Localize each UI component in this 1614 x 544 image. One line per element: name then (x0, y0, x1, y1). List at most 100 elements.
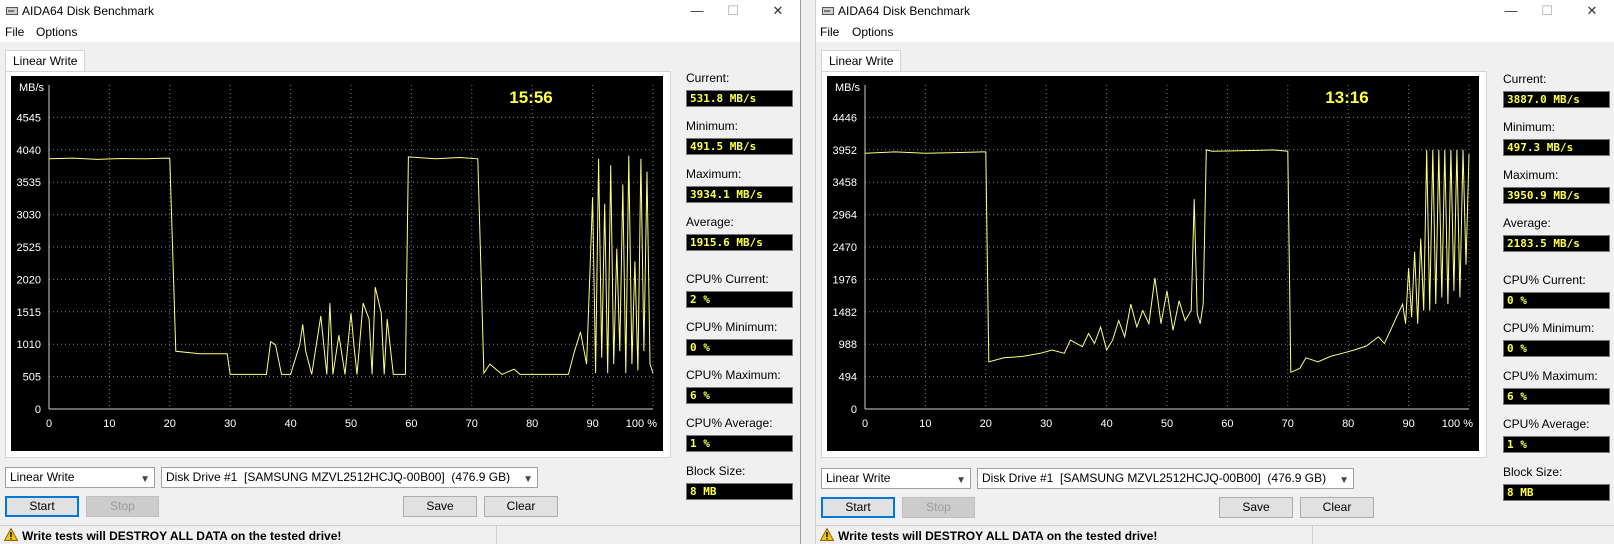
drive-select[interactable]: Disk Drive #1 [SAMSUNG MZVL2512HCJQ-00B0… (977, 468, 1354, 489)
x-tick-label: 10 (919, 418, 931, 430)
cpu-average-value: 1 % (686, 435, 793, 452)
x-tick-label: 50 (345, 418, 357, 430)
save-button[interactable]: Save (1219, 497, 1293, 518)
title-bar[interactable]: AIDA64 Disk Benchmark — ☐ ✕ (816, 0, 1614, 22)
cpu-average-value: 1 % (1503, 436, 1610, 453)
y-tick-label: 3952 (833, 145, 857, 157)
minimum-value: 497.3 MB/s (1503, 139, 1610, 156)
minimum-label: Minimum: (1503, 120, 1556, 134)
cpu-current-label: CPU% Current: (1503, 273, 1586, 287)
x-tick-label: 0 (46, 418, 52, 430)
x-tick-label: 20 (980, 418, 992, 430)
y-tick-label: 1976 (833, 274, 857, 286)
drive-select[interactable]: Disk Drive #1 [SAMSUNG MZVL2512HCJQ-00B0… (161, 467, 538, 488)
chart-svg: 0 494 988 1482 1976 2470 2964 3458 3952 4446 MB/s 0… (833, 82, 1474, 430)
x-tick-label: 90 (586, 418, 598, 430)
title-bar[interactable]: AIDA64 Disk Benchmark — ☐ ✕ (0, 0, 800, 22)
y-tick-label: 1482 (833, 307, 857, 319)
maximize-button[interactable]: ☐ (1532, 1, 1562, 21)
cpu-current-label: CPU% Current: (686, 272, 769, 286)
y-tick-label: 505 (23, 372, 41, 384)
menu-file[interactable]: File (5, 25, 24, 39)
maximum-value: 3950.9 MB/s (1503, 187, 1610, 204)
maximize-button[interactable]: ☐ (718, 1, 748, 21)
chevron-down-icon: ▼ (956, 475, 966, 486)
x-tick-label: 10 (103, 418, 115, 430)
x-tick-label: 70 (1282, 418, 1294, 430)
cpu-maximum-value: 6 % (686, 387, 793, 404)
stop-button[interactable]: Stop (86, 496, 159, 517)
tab-page: 0 505 1010 1515 2020 2525 3030 3535 4040 4545 MB/s… (5, 71, 671, 458)
maximum-value: 3934.1 MB/s (686, 186, 793, 203)
minimize-button[interactable]: — (1496, 1, 1526, 21)
y-tick-label: 988 (839, 339, 857, 351)
chevron-down-icon: ▼ (1339, 475, 1349, 486)
clear-button[interactable]: Clear (484, 496, 558, 517)
status-separator (496, 526, 497, 544)
menu-options[interactable]: Options (36, 25, 77, 39)
x-tick-label: 40 (284, 418, 296, 430)
average-label: Average: (1503, 216, 1551, 230)
window-title: AIDA64 Disk Benchmark (22, 4, 155, 18)
cpu-minimum-label: CPU% Minimum: (1503, 321, 1595, 335)
drive-value: Disk Drive #1 [SAMSUNG MZVL2512HCJQ-00B0… (166, 470, 511, 484)
x-tick-label: 0 (862, 418, 868, 430)
start-button[interactable]: Start (5, 496, 79, 517)
x-tick-label: 100 % (626, 418, 657, 430)
average-label: Average: (686, 215, 734, 229)
x-tick-label: 80 (526, 418, 538, 430)
save-button[interactable]: Save (403, 496, 477, 517)
x-tick-label: 60 (405, 418, 417, 430)
x-tick-label: 30 (224, 418, 236, 430)
y-tick-label: 2020 (17, 274, 41, 286)
menu-file[interactable]: File (820, 25, 839, 39)
current-label: Current: (686, 71, 730, 85)
start-button[interactable]: Start (821, 497, 895, 518)
test-type-select[interactable]: Linear Write ▼ (821, 468, 971, 489)
close-button[interactable]: ✕ (1577, 1, 1607, 21)
warning-text: Write tests will DESTROY ALL DATA on the… (838, 529, 1158, 543)
average-value: 2183.5 MB/s (1503, 235, 1610, 252)
x-tick-label: 60 (1221, 418, 1233, 430)
block-size-value: 8 MB (1503, 484, 1610, 501)
disk-benchmark-icon (6, 7, 18, 15)
test-type-select[interactable]: Linear Write ▼ (5, 467, 155, 488)
x-tick-label: 90 (1402, 418, 1414, 430)
y-tick-label: 4040 (17, 145, 41, 157)
y-tick-label: 1010 (17, 339, 41, 351)
warning-text: Write tests will DESTROY ALL DATA on the… (22, 529, 342, 543)
drive-value: Disk Drive #1 [SAMSUNG MZVL2512HCJQ-00B0… (982, 471, 1327, 485)
tab-linear-write[interactable]: Linear Write (821, 50, 902, 72)
clear-button[interactable]: Clear (1300, 497, 1374, 518)
minimize-button[interactable]: — (682, 1, 712, 21)
elapsed-time-label: 15:56 (509, 88, 552, 107)
status-bar: Write tests will DESTROY ALL DATA on the… (816, 525, 1614, 544)
disk-benchmark-icon (822, 7, 834, 15)
status-bar: Write tests will DESTROY ALL DATA on the… (0, 525, 800, 544)
tab-linear-write[interactable]: Linear Write (5, 50, 86, 72)
y-tick-label: 2964 (833, 210, 857, 222)
benchmark-chart: 0 505 1010 1515 2020 2525 3030 3535 4040 4545 MB/s… (11, 76, 663, 451)
y-tick-label: 0 (35, 404, 41, 416)
y-tick-label: 3535 (17, 177, 41, 189)
block-size-label: Block Size: (686, 464, 746, 478)
cpu-maximum-label: CPU% Maximum: (1503, 369, 1598, 383)
block-size-label: Block Size: (1503, 465, 1563, 479)
y-axis-label: MB/s (19, 82, 45, 94)
elapsed-time-label: 13:16 (1325, 88, 1368, 107)
close-button[interactable]: ✕ (763, 1, 793, 21)
x-tick-label: 20 (164, 418, 176, 430)
benchmark-chart: 0 494 988 1482 1976 2470 2964 3458 3952 4446 MB/s 0… (827, 76, 1479, 451)
block-size-value: 8 MB (686, 483, 793, 500)
menu-options[interactable]: Options (852, 25, 893, 39)
chevron-down-icon: ▼ (523, 474, 533, 485)
menu-bar: File Options (0, 22, 800, 42)
x-tick-label: 70 (466, 418, 478, 430)
menu-bar: File Options (816, 22, 1614, 42)
y-tick-label: 2470 (833, 242, 857, 254)
y-tick-label: 4545 (17, 112, 41, 124)
x-tick-label: 100 % (1442, 418, 1473, 430)
y-tick-label: 494 (839, 372, 857, 384)
maximum-label: Maximum: (686, 167, 742, 181)
stop-button[interactable]: Stop (902, 497, 975, 518)
